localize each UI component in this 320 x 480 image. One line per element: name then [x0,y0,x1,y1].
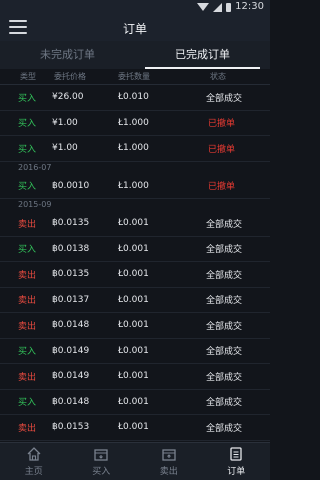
order-type: 买入 [18,347,37,358]
order-type: 卖出 [18,270,37,281]
order-row[interactable]: 卖出 ฿0.0137 Ł0.001 全部成交 [0,288,270,313]
order-status: 全部成交 [206,398,243,409]
order-price: ฿0.0135 [52,269,90,280]
order-status: 已撤单 [208,119,236,130]
order-status: 全部成交 [206,93,243,104]
order-amount: Ł0.001 [118,218,149,229]
tabbar-sell-label: 卖出 [159,467,178,477]
order-price: ¥1.00 [52,117,78,128]
order-status: 全部成交 [206,219,243,230]
order-row[interactable]: 买入 ฿0.0149 Ł0.001 全部成交 [0,339,270,364]
order-amount: Ł0.001 [118,320,149,331]
order-status: 已撤单 [208,182,236,193]
order-status: 全部成交 [206,372,243,383]
order-price: ฿0.0153 [52,422,90,433]
order-status: 全部成交 [206,296,243,307]
order-row[interactable]: 买入 ¥1.00 Ł1.000 已撤单 [0,136,270,162]
col-type: 类型 [20,72,36,81]
tabbar-buy[interactable]: 买入 [68,443,136,480]
col-amount: 委托数量 [118,72,150,81]
wifi-icon [197,3,210,11]
order-status: 全部成交 [206,347,243,358]
home-icon [27,447,41,461]
order-price: ฿0.0148 [52,320,90,331]
order-price: ฿0.0138 [52,243,90,254]
order-amount: Ł0.001 [118,243,149,254]
tabbar-home-label: 主页 [24,467,43,477]
col-status: 状态 [210,72,226,81]
order-status: 全部成交 [206,321,243,332]
order-type: 买入 [18,245,37,256]
tab-open-orders[interactable]: 未完成订单 [0,41,135,69]
col-price: 委托价格 [54,72,86,81]
battery-icon [226,2,232,12]
order-type: 卖出 [18,296,37,307]
date-section-header: 2015-09 [18,200,52,209]
order-row[interactable]: 买入 ฿0.0138 Ł0.001 全部成交 [0,237,270,262]
app-header: 订单 [0,14,270,41]
order-amount: Ł1.000 [118,143,149,154]
order-type: 买入 [18,398,37,409]
order-type: 买入 [18,182,37,193]
tabbar-buy-label: 买入 [92,467,111,477]
order-price: ฿0.0135 [52,218,90,229]
order-row[interactable]: 买入 ฿0.0148 Ł0.001 全部成交 [0,390,270,415]
order-amount: Ł1.000 [118,180,149,191]
order-price: ฿0.0149 [52,371,90,382]
order-amount: Ł1.000 [118,117,149,128]
order-price: ¥26.00 [52,92,84,103]
date-section-header: 2016-07 [18,162,52,172]
signal-icon [213,2,223,12]
order-amount: Ł0.001 [118,345,149,356]
order-tabs: 未完成订单 已完成订单 [0,41,270,69]
order-amount: Ł0.001 [118,396,149,407]
order-type: 卖出 [18,423,37,434]
order-amount: Ł0.010 [118,92,149,103]
column-header: 类型 委托价格 委托数量 状态 [0,69,270,85]
order-amount: Ł0.001 [118,422,149,433]
tabbar-home[interactable]: 主页 [0,443,68,480]
order-row[interactable]: 买入 ฿0.0010 Ł1.000 已撤单 [0,174,270,199]
tabbar-orders[interactable]: 订单 [203,443,271,480]
order-type: 卖出 [18,321,37,332]
order-price: ¥1.00 [52,143,78,154]
order-type: 买入 [18,119,37,130]
order-type: 买入 [18,93,37,104]
buy-icon [94,449,108,461]
page-title: 订单 [122,22,147,36]
order-amount: Ł0.001 [118,269,149,280]
order-row[interactable]: 买入 ¥1.00 Ł1.000 已撤单 [0,111,270,136]
order-status: 已撤单 [208,144,236,155]
order-list[interactable]: 买入 ¥26.00 Ł0.010 全部成交 买入 ¥1.00 Ł1.000 已撤单 买入 ¥1.0… [0,85,270,442]
order-price: ฿0.0137 [52,294,90,305]
order-row[interactable]: 买入 ¥26.00 Ł0.010 全部成交 [0,85,270,111]
order-type: 卖出 [18,372,37,383]
tabbar-sell[interactable]: 卖出 [135,443,203,480]
order-type: 买入 [18,144,37,155]
order-amount: Ł0.001 [118,371,149,382]
status-time: 12:30 [235,1,264,12]
order-type: 卖出 [18,219,37,230]
order-price: ฿0.0148 [52,396,90,407]
order-row[interactable]: 卖出 ฿0.0135 Ł0.001 全部成交 [0,262,270,288]
status-bar: 12:30 [0,0,270,14]
order-row[interactable]: 卖出 ฿0.0149 Ł0.001 全部成交 [0,364,270,390]
order-status: 全部成交 [206,245,243,256]
order-price: ฿0.0010 [52,180,90,191]
bottom-tab-bar: 主页 买入 卖出 订单 [0,442,270,480]
order-row[interactable]: 卖出 ฿0.0135 Ł0.001 全部成交 [0,211,270,237]
order-status: 全部成交 [206,270,243,281]
tab-completed-orders[interactable]: 已完成订单 [135,41,270,69]
order-row[interactable]: 卖出 ฿0.0153 Ł0.001 全部成交 [0,415,270,441]
tabbar-orders-label: 订单 [227,467,246,477]
sell-icon [162,449,176,461]
orders-icon [230,447,242,461]
order-price: ฿0.0149 [52,345,90,356]
order-row[interactable]: 卖出 ฿0.0148 Ł0.001 全部成交 [0,313,270,339]
order-amount: Ł0.001 [118,294,149,305]
order-status: 全部成交 [206,423,243,434]
